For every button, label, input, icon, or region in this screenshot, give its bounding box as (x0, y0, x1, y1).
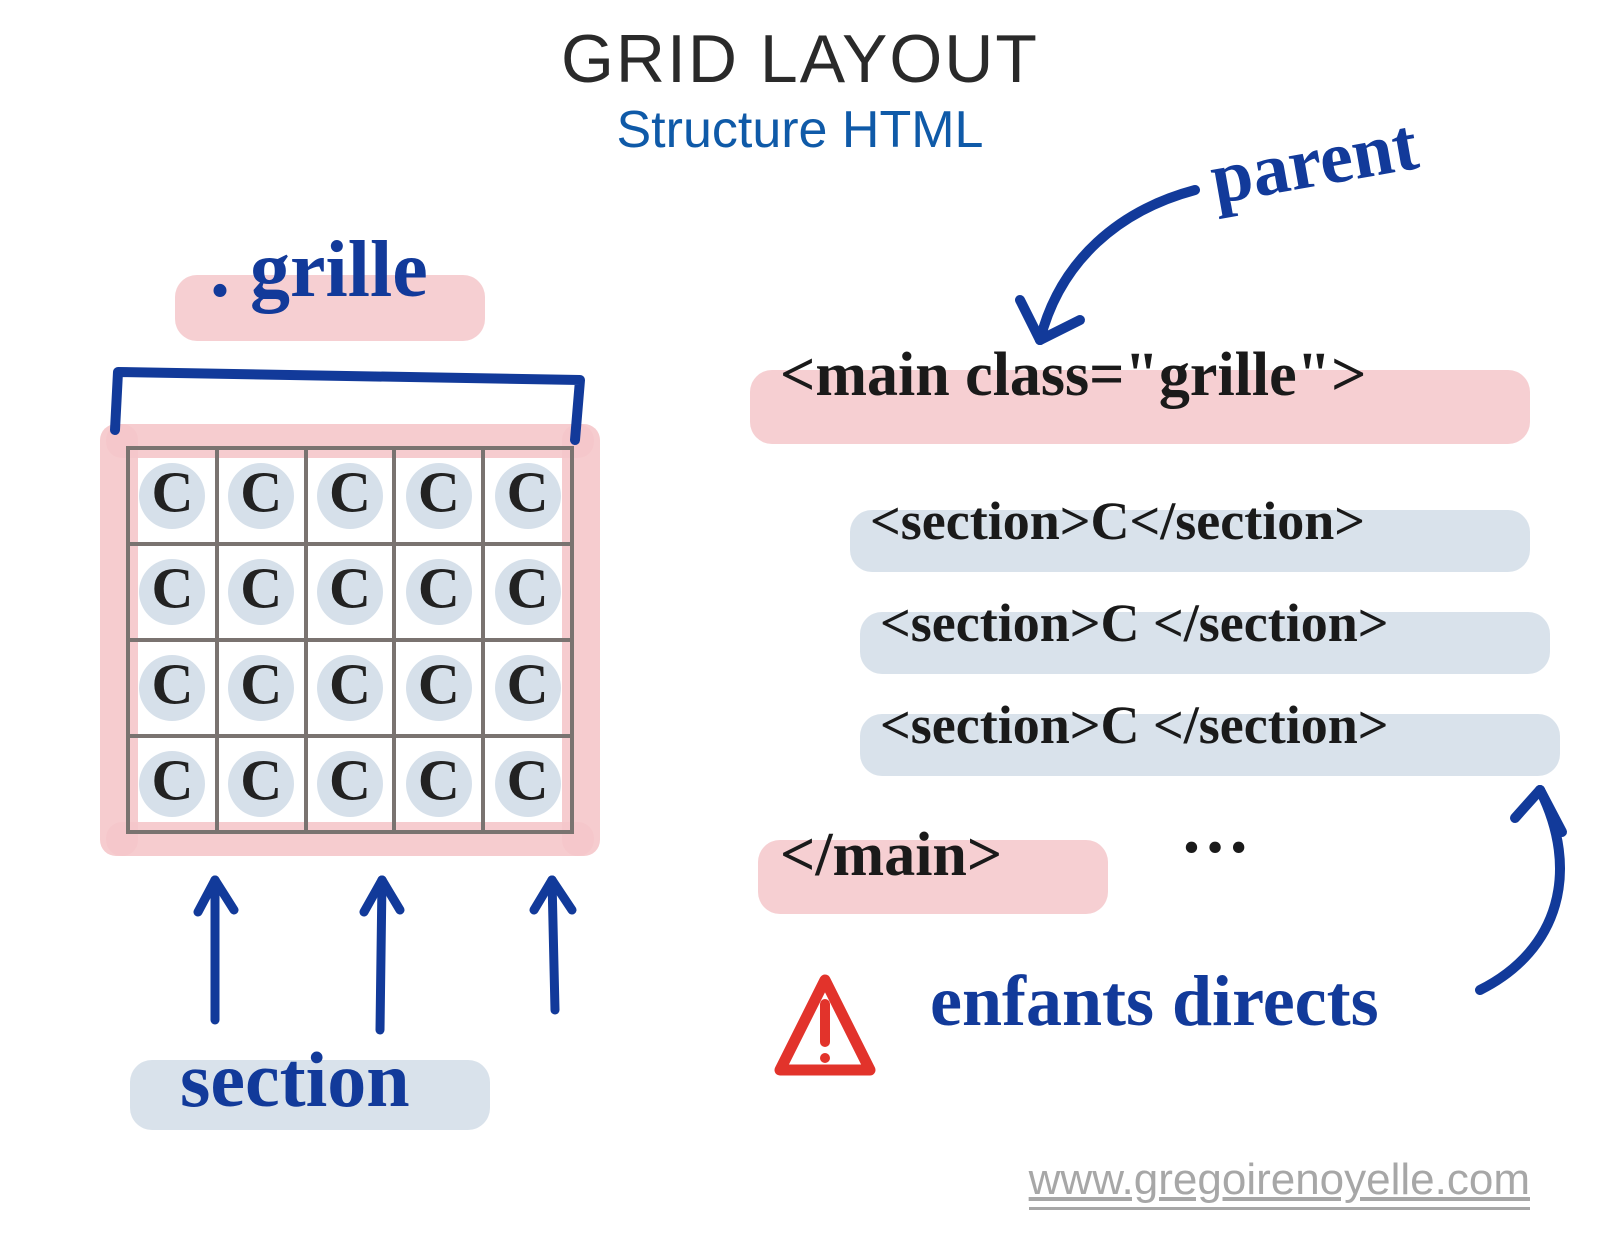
grid-cell: C (392, 638, 485, 738)
code-section-2: <section>C </section> (880, 592, 1389, 654)
grid-cell: C (126, 638, 219, 738)
code-section-1: <section>C</section> (870, 490, 1365, 552)
section-label: section (180, 1035, 410, 1125)
grid-cell: C (481, 638, 574, 738)
grid-cell: C (481, 446, 574, 546)
grid-cell: C (126, 446, 219, 546)
section-arrows (198, 880, 572, 1030)
code-main-close: </main> (780, 820, 1002, 891)
grid-cell: C (304, 446, 397, 546)
grid-cell: C (126, 542, 219, 642)
children-arrow (1480, 790, 1562, 990)
grid-cell: C (304, 638, 397, 738)
grille-class-label: . grille (210, 225, 428, 316)
grid-cell: C (304, 542, 397, 642)
grid-cell: C (481, 542, 574, 642)
grid-cell: C (215, 542, 308, 642)
grid-cell: C (215, 734, 308, 834)
footer-link[interactable]: www.gregoirenoyelle.com (1029, 1155, 1530, 1210)
page-title: GRID LAYOUT (0, 20, 1600, 98)
children-annotation: enfants directs (930, 960, 1379, 1043)
grid-cell: C (481, 734, 574, 834)
code-ellipsis: … (1180, 790, 1264, 870)
diagram-page: GRID LAYOUT Structure HTML . grille CCCC… (0, 0, 1600, 1238)
code-section-3: <section>C </section> (880, 694, 1389, 756)
grid-cell: C (126, 734, 219, 834)
grid-cell: C (392, 734, 485, 834)
grid-cell: C (215, 446, 308, 546)
grid-illustration: CCCCCCCCCCCCCCCCCCCC (110, 430, 590, 850)
grid-cell: C (304, 734, 397, 834)
grid-cell: C (215, 638, 308, 738)
parent-arrow (1020, 190, 1195, 340)
code-main-open: <main class="grille"> (780, 340, 1366, 411)
grid-cell: C (392, 542, 485, 642)
warning-icon (780, 980, 870, 1070)
grid-cell: C (392, 446, 485, 546)
